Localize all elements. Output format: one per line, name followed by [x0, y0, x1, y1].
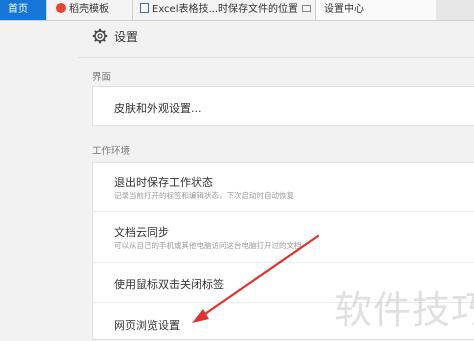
annotation-arrow: [192, 234, 320, 323]
